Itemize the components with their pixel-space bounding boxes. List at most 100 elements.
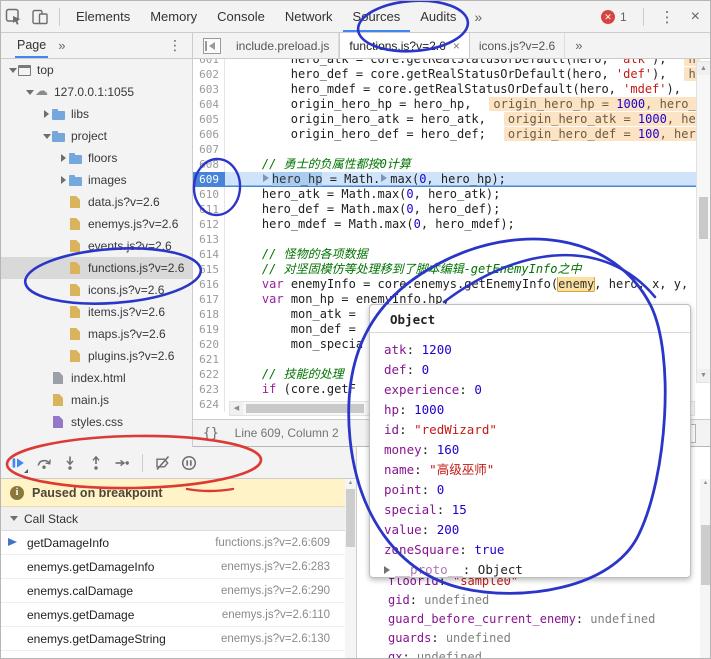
call-stack-row[interactable]: enemys.calDamageenemys.js?v=2.6:290	[1, 579, 356, 603]
panel-tab-network[interactable]: Network	[275, 1, 343, 32]
more-tabs-chevron[interactable]: »	[565, 33, 592, 58]
file-tab-icons-js-v-2-6[interactable]: icons.js?v=2.6	[470, 33, 565, 58]
close-icon[interactable]: ×	[685, 8, 711, 26]
scrollbar-thumb[interactable]	[346, 489, 355, 547]
panel-tab-elements[interactable]: Elements	[66, 1, 140, 32]
line-number-gutter[interactable]: 606	[193, 127, 225, 142]
call-stack-row[interactable]: enemys.getDamageenemys.js?v=2.6:110	[1, 603, 356, 627]
line-number-gutter[interactable]: 623	[193, 382, 225, 397]
line-number-gutter[interactable]: 613	[193, 232, 225, 247]
tree-item-enemys-js-v-2-6[interactable]: enemys.js?v=2.6	[1, 213, 192, 235]
call-stack-row[interactable]: enemys.getDamageInfoenemys.js?v=2.6:283	[1, 555, 356, 579]
file-tab-include-preload-js[interactable]: include.preload.js	[227, 33, 339, 58]
line-number-gutter[interactable]: 620	[193, 337, 225, 352]
tab-page[interactable]: Page	[15, 33, 48, 58]
chevron-right-icon[interactable]	[41, 110, 52, 118]
close-tab-icon[interactable]: ×	[453, 39, 460, 53]
navigator-more-chevron[interactable]: »	[58, 38, 65, 53]
scroll-up-icon[interactable]: ▲	[697, 62, 710, 75]
scope-variable[interactable]: gx: undefined	[388, 648, 655, 659]
line-number-gutter[interactable]: 610	[193, 187, 225, 202]
call-stack-row[interactable]: getDamageInfofunctions.js?v=2.6:609	[1, 531, 356, 555]
tree-item-index-html[interactable]: index.html	[1, 367, 192, 389]
tree-item-project[interactable]: project	[1, 125, 192, 147]
pause-on-exceptions-button[interactable]	[176, 450, 202, 476]
editor-vertical-scrollbar[interactable]: ▲ ▼	[696, 61, 711, 383]
panel-tab-audits[interactable]: Audits	[410, 1, 466, 32]
chevron-down-icon[interactable]	[24, 90, 35, 95]
scope-scrollbar[interactable]: ▲	[700, 479, 711, 659]
tree-item-top[interactable]: top	[1, 59, 192, 81]
tree-item-functions-js-v-2-6[interactable]: functions.js?v=2.6	[1, 257, 192, 279]
devtools-menu-icon[interactable]: ⋮	[650, 8, 685, 26]
line-number-gutter[interactable]: 622	[193, 367, 225, 382]
tree-item-floors[interactable]: floors	[1, 147, 192, 169]
scrollbar-thumb[interactable]	[246, 404, 364, 413]
tree-item-images[interactable]: images	[1, 169, 192, 191]
resume-button[interactable]	[5, 450, 31, 476]
scope-variable[interactable]: guards: undefined	[388, 629, 655, 648]
file-tab-functions-js-v-2-6[interactable]: functions.js?v=2.6×	[339, 33, 469, 58]
more-panels-chevron[interactable]: »	[466, 9, 490, 25]
line-number-gutter[interactable]: 602	[193, 67, 225, 82]
line-number-gutter[interactable]: 614	[193, 247, 225, 262]
tree-item-data-js-v-2-6[interactable]: data.js?v=2.6	[1, 191, 192, 213]
tree-item-events-js-v-2-6[interactable]: events.js?v=2.6	[1, 235, 192, 257]
line-number-gutter[interactable]: 609	[193, 172, 225, 187]
scroll-up-icon[interactable]: ▲	[345, 480, 356, 486]
line-number-gutter[interactable]: 616	[193, 277, 225, 292]
tree-item-items-js-v-2-6[interactable]: items.js?v=2.6	[1, 301, 192, 323]
scroll-left-icon[interactable]: ◀	[230, 402, 243, 415]
scrollbar-thumb[interactable]	[699, 197, 708, 239]
error-badge-icon[interactable]: ✕	[601, 10, 615, 24]
line-number-gutter[interactable]: 624	[193, 397, 225, 412]
call-stack-scrollbar[interactable]: ▲	[345, 479, 356, 659]
tree-item-libs[interactable]: libs	[1, 103, 192, 125]
line-number-gutter[interactable]: 605	[193, 112, 225, 127]
pretty-print-icon[interactable]: {}	[203, 426, 219, 441]
line-number-gutter[interactable]: 615	[193, 262, 225, 277]
expand-arrow-icon[interactable]	[384, 566, 390, 574]
scope-variable[interactable]: guard_before_current_enemy: undefined	[388, 610, 655, 629]
scroll-down-icon[interactable]: ▼	[697, 369, 710, 382]
line-number-gutter[interactable]: 603	[193, 82, 225, 97]
panel-tab-console[interactable]: Console	[207, 1, 275, 32]
device-toolbar-icon[interactable]	[27, 4, 53, 30]
chevron-right-icon[interactable]	[58, 154, 69, 162]
deactivate-breakpoints-button[interactable]	[150, 450, 176, 476]
hide-navigator-icon[interactable]	[203, 38, 221, 54]
tree-item-127-0-0-1-1055[interactable]: ☁127.0.0.1:1055	[1, 81, 192, 103]
line-number-gutter[interactable]: 621	[193, 352, 225, 367]
tree-item-main-js[interactable]: main.js	[1, 389, 192, 411]
step-out-button[interactable]	[83, 450, 109, 476]
chevron-down-icon[interactable]	[7, 68, 18, 73]
chevron-down-icon[interactable]	[41, 134, 52, 139]
scrollbar-thumb[interactable]	[701, 525, 710, 585]
tree-item-maps-js-v-2-6[interactable]: maps.js?v=2.6	[1, 323, 192, 345]
step-over-button[interactable]	[31, 450, 57, 476]
line-number-gutter[interactable]: 617	[193, 292, 225, 307]
hovered-token[interactable]: enemy	[558, 277, 594, 291]
navigator-menu-icon[interactable]: ⋮	[168, 37, 182, 54]
line-number-gutter[interactable]: 612	[193, 217, 225, 232]
inspect-icon[interactable]	[1, 4, 27, 30]
scope-variable[interactable]: gid: undefined	[388, 591, 655, 610]
scroll-up-icon[interactable]: ▲	[700, 480, 711, 486]
step-into-button[interactable]	[57, 450, 83, 476]
popup-property[interactable]: __proto__: Object	[384, 560, 690, 578]
line-number-gutter[interactable]: 608	[193, 157, 225, 172]
tree-item-styles-css[interactable]: styles.css	[1, 411, 192, 433]
panel-tab-memory[interactable]: Memory	[140, 1, 207, 32]
line-number-gutter[interactable]: 618	[193, 307, 225, 322]
panel-tab-sources[interactable]: Sources	[343, 1, 411, 32]
call-stack-header[interactable]: Call Stack	[1, 507, 356, 531]
chevron-right-icon[interactable]	[58, 176, 69, 184]
step-button[interactable]	[109, 450, 135, 476]
line-number-gutter[interactable]: 604	[193, 97, 225, 112]
line-number-gutter[interactable]: 619	[193, 322, 225, 337]
line-number-gutter[interactable]: 601	[193, 59, 225, 67]
line-number-gutter[interactable]: 607	[193, 142, 225, 157]
call-stack-row[interactable]: enemys.getDamageStringenemys.js?v=2.6:13…	[1, 627, 356, 651]
tree-item-plugins-js-v-2-6[interactable]: plugins.js?v=2.6	[1, 345, 192, 367]
tree-item-icons-js-v-2-6[interactable]: icons.js?v=2.6	[1, 279, 192, 301]
